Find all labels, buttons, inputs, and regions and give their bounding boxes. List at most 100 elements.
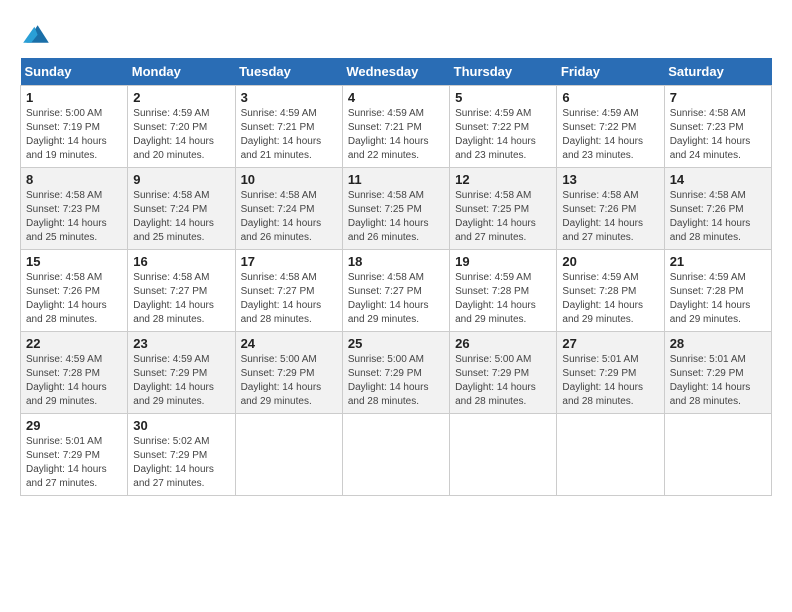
calendar-cell: 14 Sunrise: 4:58 AM Sunset: 7:26 PM Dayli… (664, 168, 771, 250)
week-row-3: 15 Sunrise: 4:58 AM Sunset: 7:26 PM Dayli… (21, 250, 772, 332)
calendar-cell (664, 414, 771, 496)
calendar-cell: 19 Sunrise: 4:59 AM Sunset: 7:28 PM Dayli… (450, 250, 557, 332)
cell-day-number: 17 (241, 254, 337, 269)
calendar-cell: 18 Sunrise: 4:58 AM Sunset: 7:27 PM Dayli… (342, 250, 449, 332)
cell-day-number: 12 (455, 172, 551, 187)
cell-info-text: Sunrise: 4:59 AM Sunset: 7:21 PM Dayligh… (348, 107, 444, 163)
calendar-cell: 24 Sunrise: 5:00 AM Sunset: 7:29 PM Dayli… (235, 332, 342, 414)
calendar-cell: 25 Sunrise: 5:00 AM Sunset: 7:29 PM Dayli… (342, 332, 449, 414)
calendar-cell: 16 Sunrise: 4:58 AM Sunset: 7:27 PM Dayli… (128, 250, 235, 332)
cell-info-text: Sunrise: 4:59 AM Sunset: 7:29 PM Dayligh… (133, 353, 229, 409)
calendar-cell: 17 Sunrise: 4:58 AM Sunset: 7:27 PM Dayli… (235, 250, 342, 332)
cell-day-number: 9 (133, 172, 229, 187)
cell-day-number: 15 (26, 254, 122, 269)
calendar-cell: 20 Sunrise: 4:59 AM Sunset: 7:28 PM Dayli… (557, 250, 664, 332)
col-header-monday: Monday (128, 58, 235, 86)
cell-info-text: Sunrise: 5:00 AM Sunset: 7:29 PM Dayligh… (455, 353, 551, 409)
calendar-cell: 6 Sunrise: 4:59 AM Sunset: 7:22 PM Daylig… (557, 86, 664, 168)
cell-day-number: 20 (562, 254, 658, 269)
cell-info-text: Sunrise: 4:58 AM Sunset: 7:26 PM Dayligh… (562, 189, 658, 245)
cell-info-text: Sunrise: 5:00 AM Sunset: 7:29 PM Dayligh… (348, 353, 444, 409)
calendar-cell: 2 Sunrise: 4:59 AM Sunset: 7:20 PM Daylig… (128, 86, 235, 168)
calendar-cell: 3 Sunrise: 4:59 AM Sunset: 7:21 PM Daylig… (235, 86, 342, 168)
logo (20, 20, 58, 48)
cell-day-number: 6 (562, 90, 658, 105)
calendar-cell: 30 Sunrise: 5:02 AM Sunset: 7:29 PM Dayli… (128, 414, 235, 496)
calendar-cell (557, 414, 664, 496)
cell-day-number: 23 (133, 336, 229, 351)
cell-day-number: 3 (241, 90, 337, 105)
cell-info-text: Sunrise: 4:58 AM Sunset: 7:27 PM Dayligh… (241, 271, 337, 327)
cell-info-text: Sunrise: 4:58 AM Sunset: 7:23 PM Dayligh… (26, 189, 122, 245)
calendar-cell: 26 Sunrise: 5:00 AM Sunset: 7:29 PM Dayli… (450, 332, 557, 414)
cell-day-number: 7 (670, 90, 766, 105)
calendar-cell: 4 Sunrise: 4:59 AM Sunset: 7:21 PM Daylig… (342, 86, 449, 168)
cell-day-number: 4 (348, 90, 444, 105)
calendar-cell: 1 Sunrise: 5:00 AM Sunset: 7:19 PM Daylig… (21, 86, 128, 168)
col-header-saturday: Saturday (664, 58, 771, 86)
col-header-friday: Friday (557, 58, 664, 86)
cell-info-text: Sunrise: 4:59 AM Sunset: 7:22 PM Dayligh… (455, 107, 551, 163)
cell-info-text: Sunrise: 4:58 AM Sunset: 7:24 PM Dayligh… (133, 189, 229, 245)
cell-info-text: Sunrise: 4:59 AM Sunset: 7:22 PM Dayligh… (562, 107, 658, 163)
cell-info-text: Sunrise: 5:01 AM Sunset: 7:29 PM Dayligh… (26, 435, 122, 491)
cell-day-number: 28 (670, 336, 766, 351)
calendar-cell: 8Sunrise: 4:58 AM Sunset: 7:23 PM Daylig… (21, 168, 128, 250)
cell-info-text: Sunrise: 4:59 AM Sunset: 7:28 PM Dayligh… (455, 271, 551, 327)
cell-day-number: 29 (26, 418, 122, 433)
calendar-cell (235, 414, 342, 496)
cell-day-number: 2 (133, 90, 229, 105)
calendar-cell (450, 414, 557, 496)
cell-day-number: 10 (241, 172, 337, 187)
calendar-cell: 12 Sunrise: 4:58 AM Sunset: 7:25 PM Dayli… (450, 168, 557, 250)
week-row-1: 1 Sunrise: 5:00 AM Sunset: 7:19 PM Daylig… (21, 86, 772, 168)
logo-icon (20, 20, 52, 48)
cell-info-text: Sunrise: 4:59 AM Sunset: 7:28 PM Dayligh… (670, 271, 766, 327)
calendar-cell: 27Sunrise: 5:01 AM Sunset: 7:29 PM Dayli… (557, 332, 664, 414)
cell-info-text: Sunrise: 4:58 AM Sunset: 7:25 PM Dayligh… (455, 189, 551, 245)
calendar-cell: 21 Sunrise: 4:59 AM Sunset: 7:28 PM Dayli… (664, 250, 771, 332)
cell-info-text: Sunrise: 4:58 AM Sunset: 7:27 PM Dayligh… (348, 271, 444, 327)
cell-day-number: 26 (455, 336, 551, 351)
cell-day-number: 30 (133, 418, 229, 433)
cell-day-number: 14 (670, 172, 766, 187)
cell-info-text: Sunrise: 5:00 AM Sunset: 7:19 PM Dayligh… (26, 107, 122, 163)
calendar-cell: 29 Sunrise: 5:01 AM Sunset: 7:29 PM Dayli… (21, 414, 128, 496)
cell-info-text: Sunrise: 4:59 AM Sunset: 7:28 PM Dayligh… (26, 353, 122, 409)
calendar-cell: 9 Sunrise: 4:58 AM Sunset: 7:24 PM Daylig… (128, 168, 235, 250)
cell-day-number: 27 (562, 336, 658, 351)
cell-day-number: 19 (455, 254, 551, 269)
cell-info-text: Sunrise: 4:59 AM Sunset: 7:28 PM Dayligh… (562, 271, 658, 327)
calendar-cell: 11Sunrise: 4:58 AM Sunset: 7:25 PM Dayli… (342, 168, 449, 250)
cell-day-number: 24 (241, 336, 337, 351)
col-header-sunday: Sunday (21, 58, 128, 86)
cell-day-number: 1 (26, 90, 122, 105)
cell-info-text: Sunrise: 5:00 AM Sunset: 7:29 PM Dayligh… (241, 353, 337, 409)
calendar-cell: 10Sunrise: 4:58 AM Sunset: 7:24 PM Dayli… (235, 168, 342, 250)
cell-info-text: Sunrise: 5:01 AM Sunset: 7:29 PM Dayligh… (670, 353, 766, 409)
cell-day-number: 18 (348, 254, 444, 269)
calendar-cell: 7 Sunrise: 4:58 AM Sunset: 7:23 PM Daylig… (664, 86, 771, 168)
calendar-header-row: SundayMondayTuesdayWednesdayThursdayFrid… (21, 58, 772, 86)
calendar-cell: 28 Sunrise: 5:01 AM Sunset: 7:29 PM Dayli… (664, 332, 771, 414)
calendar-cell: 13Sunrise: 4:58 AM Sunset: 7:26 PM Dayli… (557, 168, 664, 250)
calendar-cell: 15 Sunrise: 4:58 AM Sunset: 7:26 PM Dayli… (21, 250, 128, 332)
col-header-thursday: Thursday (450, 58, 557, 86)
cell-day-number: 21 (670, 254, 766, 269)
cell-day-number: 16 (133, 254, 229, 269)
cell-info-text: Sunrise: 4:58 AM Sunset: 7:26 PM Dayligh… (670, 189, 766, 245)
calendar-table: SundayMondayTuesdayWednesdayThursdayFrid… (20, 58, 772, 496)
cell-info-text: Sunrise: 4:59 AM Sunset: 7:21 PM Dayligh… (241, 107, 337, 163)
cell-info-text: Sunrise: 4:58 AM Sunset: 7:27 PM Dayligh… (133, 271, 229, 327)
cell-info-text: Sunrise: 4:58 AM Sunset: 7:23 PM Dayligh… (670, 107, 766, 163)
cell-day-number: 25 (348, 336, 444, 351)
calendar-cell (342, 414, 449, 496)
cell-info-text: Sunrise: 4:58 AM Sunset: 7:25 PM Dayligh… (348, 189, 444, 245)
cell-info-text: Sunrise: 4:59 AM Sunset: 7:20 PM Dayligh… (133, 107, 229, 163)
week-row-2: 8Sunrise: 4:58 AM Sunset: 7:23 PM Daylig… (21, 168, 772, 250)
calendar-body: 1 Sunrise: 5:00 AM Sunset: 7:19 PM Daylig… (21, 86, 772, 496)
cell-info-text: Sunrise: 4:58 AM Sunset: 7:26 PM Dayligh… (26, 271, 122, 327)
cell-day-number: 5 (455, 90, 551, 105)
week-row-5: 29 Sunrise: 5:01 AM Sunset: 7:29 PM Dayli… (21, 414, 772, 496)
cell-info-text: Sunrise: 5:02 AM Sunset: 7:29 PM Dayligh… (133, 435, 229, 491)
